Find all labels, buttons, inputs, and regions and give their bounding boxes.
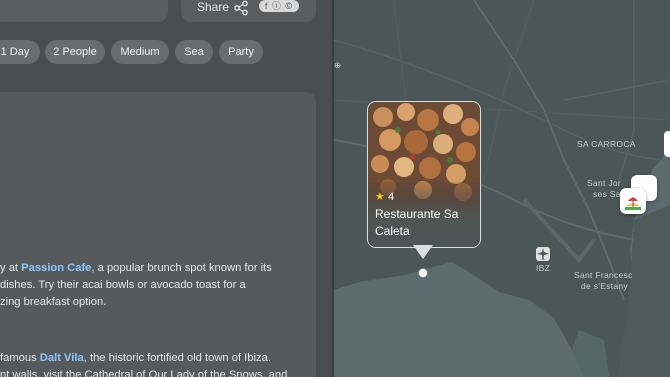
chip-budget[interactable]: Medium — [111, 40, 169, 64]
itinerary-card — [0, 92, 316, 377]
itinerary-line: nt walls, visit the Cathedral of Our Lad… — [0, 369, 288, 377]
share-bar: Share f ⓘ © — [181, 0, 316, 22]
popup-pointer — [413, 245, 433, 259]
map-edge-control[interactable] — [664, 131, 670, 157]
rating: ★ 4 — [375, 191, 395, 203]
itinerary-panel: Share f ⓘ © 1 Day 2 People Medium Sea Pa… — [0, 0, 332, 377]
map-label-sant-francesc: Sant Francesc — [574, 270, 633, 280]
star-icon: ★ — [375, 191, 385, 203]
chip-party[interactable]: Party — [219, 40, 263, 64]
itinerary-line: famous Dalt Vila, the historic fortified… — [0, 352, 271, 364]
itinerary-line: dishes. Try their acai bowls or avocado … — [0, 279, 246, 291]
place-link-dalt-vila[interactable]: Dalt Vila — [40, 352, 84, 364]
map-label-sant-francesc: de s'Estany — [581, 281, 628, 291]
social-icons[interactable]: f ⓘ © — [259, 0, 299, 12]
share-button[interactable]: Share — [197, 0, 229, 14]
itinerary-line: zing breakfast option. — [0, 296, 107, 308]
beach-icon — [625, 197, 641, 210]
location-marker[interactable] — [418, 268, 428, 278]
restaurant-name: Restaurante Sa Caleta — [375, 207, 459, 238]
share-icon[interactable] — [233, 0, 249, 16]
map-label-sant-jordi: Sant Jor — [587, 178, 622, 188]
map-label-airport: IBZ — [536, 263, 551, 273]
airport-icon — [536, 247, 550, 261]
place-link-passion-cafe[interactable]: Passion Cafe — [21, 262, 91, 274]
map-label-sa-carroca: SA CARROCA — [577, 139, 636, 149]
restaurant-popup[interactable]: ★ 4 Restaurante Sa Caleta — [367, 101, 481, 248]
itinerary-line: y at Passion Cafe, a popular brunch spot… — [0, 262, 272, 274]
chip-people[interactable]: 2 People — [45, 40, 105, 64]
trip-header-card — [0, 0, 168, 22]
map-label-sant-jordi: ses Sa — [593, 189, 621, 199]
chip-days[interactable]: 1 Day — [0, 40, 40, 64]
chip-sea[interactable]: Sea — [175, 40, 213, 64]
map-label: ⊕ — [334, 60, 342, 70]
map-marker-beach[interactable] — [620, 188, 646, 214]
